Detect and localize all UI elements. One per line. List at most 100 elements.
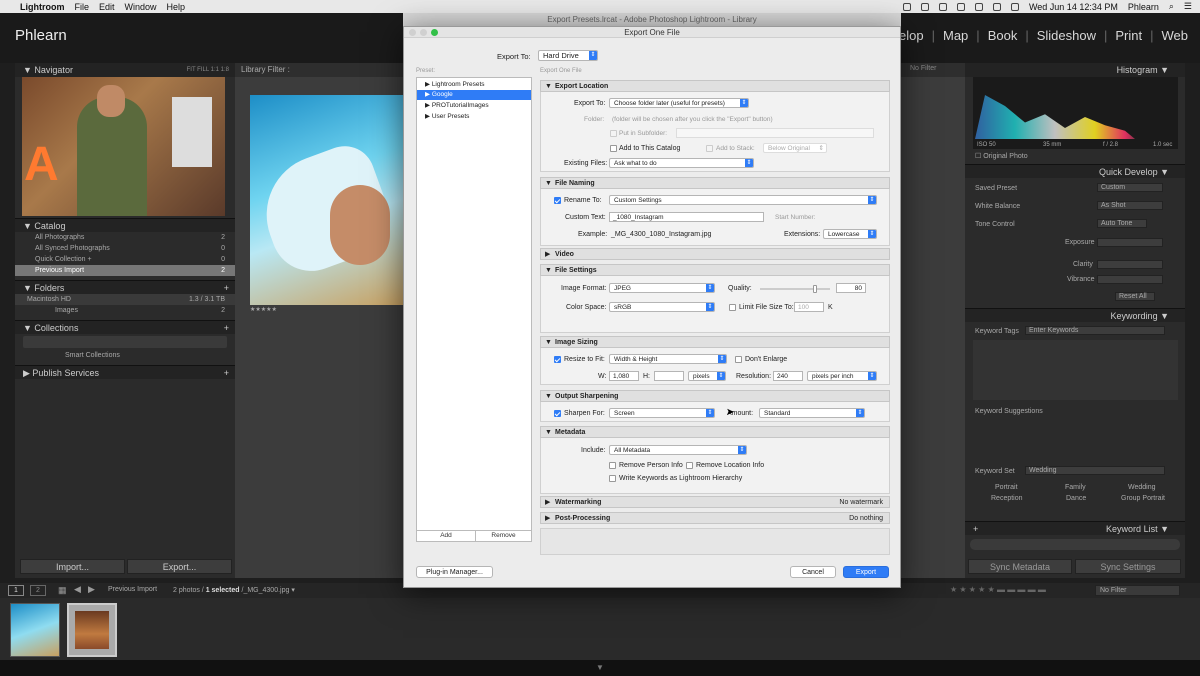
module-slideshow[interactable]: Slideshow bbox=[1037, 28, 1096, 43]
keyword-filter-input[interactable] bbox=[970, 539, 1180, 550]
filmstrip-toggle-icon[interactable]: ▼ bbox=[596, 663, 604, 672]
smart-collections[interactable]: Smart Collections bbox=[15, 350, 235, 361]
module-web[interactable]: Web bbox=[1162, 28, 1189, 43]
preset-user[interactable]: ▶ User Presets bbox=[417, 112, 531, 122]
keywording-header[interactable]: Keywording ▼ bbox=[965, 308, 1185, 322]
kw-reception[interactable]: Reception bbox=[991, 495, 1023, 502]
color-space-select[interactable]: sRGB ⇕ bbox=[609, 302, 715, 312]
image-format-select[interactable]: JPEG ⇕ bbox=[609, 283, 715, 293]
dont-enlarge-checkbox[interactable] bbox=[735, 356, 742, 363]
module-map[interactable]: Map bbox=[943, 28, 968, 43]
height-input[interactable] bbox=[654, 371, 684, 381]
original-photo-toggle[interactable]: ☐ Original Photo bbox=[975, 152, 1028, 160]
filmstrip-thumb-2[interactable] bbox=[67, 603, 117, 657]
folders-header[interactable]: ▼ Folders + bbox=[15, 280, 235, 294]
reset-all-button[interactable]: Reset All bbox=[1115, 292, 1155, 301]
remove-location-checkbox[interactable] bbox=[686, 462, 693, 469]
limit-size-checkbox[interactable] bbox=[729, 304, 736, 311]
keyword-tags-select[interactable]: Enter Keywords bbox=[1025, 326, 1165, 335]
limit-size-input[interactable]: 100 bbox=[794, 302, 824, 312]
screen-2-button[interactable]: 2 bbox=[30, 585, 46, 596]
drive-row[interactable]: Macintosh HD 1.3 / 3.1 TB bbox=[15, 294, 235, 305]
size-unit-select[interactable]: pixels ⇕ bbox=[688, 371, 726, 381]
section-output-sharpening[interactable]: ▼ Output Sharpening bbox=[540, 390, 890, 402]
auto-tone-button[interactable]: Auto Tone bbox=[1097, 219, 1147, 228]
kw-portrait[interactable]: Portrait bbox=[995, 484, 1018, 491]
resolution-input[interactable]: 240 bbox=[773, 371, 803, 381]
grid-icon[interactable]: ▦ bbox=[58, 585, 67, 596]
existing-files-select[interactable]: Ask what to do ⇕ bbox=[609, 158, 754, 168]
filmstrip-source[interactable]: Previous Import bbox=[108, 586, 157, 593]
grid-photo-thumbnail[interactable] bbox=[250, 95, 405, 305]
app-menu[interactable]: Lightroom bbox=[20, 2, 65, 12]
section-export-location[interactable]: ▼ Export Location bbox=[540, 80, 890, 92]
screen-1-button[interactable]: 1 bbox=[8, 585, 24, 596]
status-icon-2[interactable] bbox=[938, 2, 947, 11]
zoom-icon[interactable] bbox=[431, 29, 438, 36]
forward-arrow-icon[interactable]: ▶ bbox=[88, 584, 95, 595]
no-filter-label[interactable]: No Filter bbox=[910, 65, 936, 72]
remove-person-checkbox[interactable] bbox=[609, 462, 616, 469]
width-input[interactable]: 1,080 bbox=[609, 371, 639, 381]
keyword-list-header[interactable]: Keyword List ▼ + bbox=[965, 521, 1185, 535]
preset-protutorial[interactable]: ▶ PROTutorialImages bbox=[417, 101, 531, 111]
amount-select[interactable]: Standard ⇕ bbox=[759, 408, 865, 418]
rename-checkbox[interactable] bbox=[554, 197, 561, 204]
resize-to-fit-select[interactable]: Width & Height ⇕ bbox=[609, 354, 727, 364]
preset-google[interactable]: ▶ Google bbox=[417, 90, 531, 100]
section-watermarking[interactable]: ▶ Watermarking No watermark bbox=[540, 496, 890, 508]
keyword-set-select[interactable]: Wedding bbox=[1025, 466, 1165, 475]
section-file-settings[interactable]: ▼ File Settings bbox=[540, 264, 890, 276]
module-book[interactable]: Book bbox=[988, 28, 1018, 43]
catalog-item[interactable]: All Synced Photographs 0 bbox=[15, 243, 235, 254]
import-button[interactable]: Import... bbox=[20, 559, 125, 574]
white-balance-select[interactable]: As Shot bbox=[1097, 201, 1163, 210]
extensions-select[interactable]: Lowercase ⇕ bbox=[823, 229, 877, 239]
minimize-icon[interactable] bbox=[420, 29, 427, 36]
time-machine-icon[interactable] bbox=[956, 2, 965, 11]
status-icon[interactable] bbox=[920, 2, 929, 11]
catalog-item[interactable]: Quick Collection +0 bbox=[15, 254, 235, 265]
keyword-text-area[interactable] bbox=[973, 340, 1178, 400]
write-keywords-checkbox[interactable] bbox=[609, 475, 616, 482]
menu-window[interactable]: Window bbox=[125, 2, 157, 12]
navigator-preview[interactable]: A bbox=[22, 77, 225, 216]
sync-metadata-button[interactable]: Sync Metadata bbox=[968, 559, 1072, 574]
menu-help[interactable]: Help bbox=[167, 2, 186, 12]
sharpen-for-select[interactable]: Screen ⇕ bbox=[609, 408, 715, 418]
close-icon[interactable] bbox=[409, 29, 416, 36]
custom-text-input[interactable]: _1080_Instagram bbox=[609, 212, 764, 222]
stack-position-select[interactable]: Below Original ⇕ bbox=[763, 143, 827, 153]
menu-file[interactable]: File bbox=[75, 2, 90, 12]
menu-user[interactable]: Phlearn bbox=[1128, 2, 1159, 12]
menu-clock[interactable]: Wed Jun 14 12:34 PM bbox=[1029, 2, 1118, 12]
preset-lightroom[interactable]: ▶ Lightroom Presets bbox=[417, 80, 531, 90]
subfolder-input[interactable] bbox=[676, 128, 874, 138]
preset-add-button[interactable]: Add bbox=[417, 530, 475, 541]
section-post-processing[interactable]: ▶ Post-Processing Do nothing bbox=[540, 512, 890, 524]
navigator-header[interactable]: ▼ Navigator FIT FILL 1:1 1:8 bbox=[15, 63, 235, 77]
catalog-item-selected[interactable]: Previous Import 2 bbox=[15, 265, 235, 276]
filmstrip-selection[interactable]: 2 photos / 1 selected /_MG_4300.jpg ▾ bbox=[173, 586, 295, 594]
exposure-stepper[interactable] bbox=[1097, 238, 1163, 247]
saved-preset-select[interactable]: Custom bbox=[1097, 183, 1163, 192]
record-icon[interactable] bbox=[902, 2, 911, 11]
quick-develop-header[interactable]: Quick Develop ▼ bbox=[965, 164, 1185, 178]
filmstrip-thumb-1[interactable] bbox=[10, 603, 60, 657]
kw-wedding[interactable]: Wedding bbox=[1128, 484, 1156, 491]
quality-input[interactable]: 80 bbox=[836, 283, 866, 293]
menu-edit[interactable]: Edit bbox=[99, 2, 115, 12]
cancel-button[interactable]: Cancel bbox=[790, 566, 836, 578]
filmstrip-rating-filter[interactable]: ★ ★ ★ ★ ★ ▬ ▬ ▬ ▬ ▬ bbox=[950, 585, 1046, 594]
collection-filter[interactable] bbox=[23, 336, 227, 348]
module-print[interactable]: Print bbox=[1115, 28, 1142, 43]
catalog-header[interactable]: ▼ Catalog bbox=[15, 218, 235, 232]
export-dialog-button[interactable]: Export bbox=[843, 566, 889, 578]
search-icon[interactable]: ⌕ bbox=[1169, 1, 1174, 12]
battery-icon[interactable] bbox=[1010, 2, 1019, 11]
histogram-header[interactable]: Histogram ▼ bbox=[965, 63, 1185, 77]
thumbnail-rating[interactable]: ★★★★★ bbox=[250, 306, 277, 313]
catalog-item[interactable]: All Photographs 2 bbox=[15, 232, 235, 243]
kw-group-portrait[interactable]: Group Portrait bbox=[1121, 495, 1165, 502]
collections-header[interactable]: ▼ Collections + bbox=[15, 320, 235, 334]
